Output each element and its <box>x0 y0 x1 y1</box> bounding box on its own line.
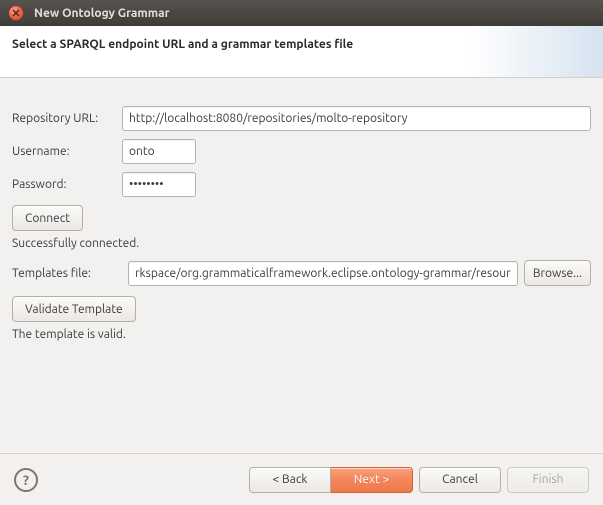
wizard-footer: ? < Back Next > Cancel Finish <box>0 453 603 505</box>
validate-template-button[interactable]: Validate Template <box>12 296 136 322</box>
wizard-header: Select a SPARQL endpoint URL and a gramm… <box>0 26 603 78</box>
username-label: Username: <box>12 145 122 158</box>
wizard-content: Repository URL: Username: Password: Conn… <box>0 78 603 361</box>
templates-file-input[interactable] <box>128 261 518 286</box>
back-button[interactable]: < Back <box>249 467 331 493</box>
password-label: Password: <box>12 178 122 191</box>
connect-button[interactable]: Connect <box>12 205 83 231</box>
repository-url-label: Repository URL: <box>12 112 122 125</box>
window-title: New Ontology Grammar <box>34 7 170 20</box>
finish-button: Finish <box>507 467 589 493</box>
repository-url-input[interactable] <box>122 106 591 131</box>
close-icon[interactable] <box>8 5 24 21</box>
templates-file-label: Templates file: <box>12 267 122 280</box>
wizard-header-title: Select a SPARQL endpoint URL and a gramm… <box>12 38 589 51</box>
username-input[interactable] <box>122 139 196 164</box>
connect-status: Successfully connected. <box>12 237 591 250</box>
next-button[interactable]: Next > <box>331 467 413 493</box>
password-input[interactable] <box>122 172 196 197</box>
validate-status: The template is valid. <box>12 328 591 341</box>
help-icon[interactable]: ? <box>14 468 38 492</box>
cancel-button[interactable]: Cancel <box>419 467 501 493</box>
browse-button[interactable]: Browse... <box>524 260 591 286</box>
titlebar: New Ontology Grammar <box>0 0 603 26</box>
